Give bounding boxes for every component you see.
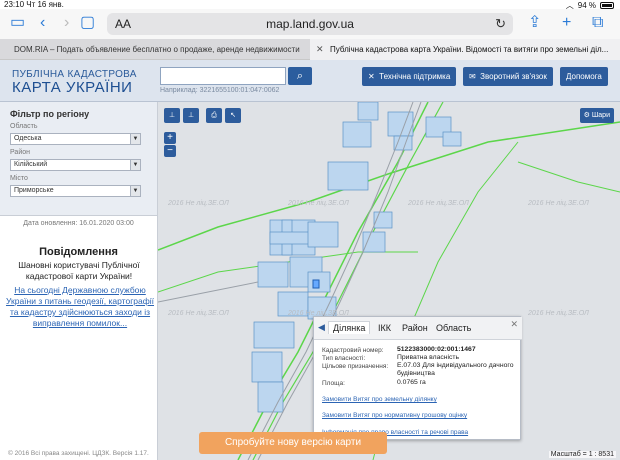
chevron-down-icon: ▼ <box>130 160 140 170</box>
chevron-down-icon: ▼ <box>130 186 140 196</box>
notice-link[interactable]: На сьогодні Державною службою України з … <box>4 285 156 329</box>
search-hint: Наприклад: 3221655100:01:047:0062 <box>160 87 280 94</box>
copyright: © 2016 Всі права захищені. ЦДЗК. Версія … <box>8 450 149 457</box>
purpose-value: Е.07.03 Для індивідуального дачного буді… <box>397 362 514 377</box>
update-date: Дата оновлення: 16.01.2020 03:00 <box>23 220 134 227</box>
search-button[interactable]: ⌕ <box>288 67 312 85</box>
back-arrow-icon[interactable]: ◀ <box>318 322 325 333</box>
map-watermark: 2016 Не лiц.ЗЕ.ОЛ <box>528 310 589 317</box>
tab-oblast[interactable]: Область <box>436 323 471 333</box>
map-watermark: 2016 Не лiц.ЗЕ.ОЛ <box>288 200 349 207</box>
new-tab-icon[interactable]: + <box>562 14 571 32</box>
site-header: ПУБЛІЧНА КАДАСТРОВА КАРТА УКРАЇНИ ⌕ Напр… <box>0 60 620 102</box>
tabs-overview-icon[interactable]: ⧉ <box>592 14 603 32</box>
sidebar: Фільтр по регіону Область Одеська ▼ Район… <box>0 102 158 460</box>
filter-title: Фільтр по регіону <box>10 109 90 119</box>
tab-strip: DOM.RIA – Подать объявление бесплатно о … <box>0 39 620 60</box>
city-label: Місто <box>10 175 28 182</box>
bookmarks-icon[interactable]: ▢ <box>80 14 95 32</box>
purpose-label: Цільове призначення: <box>322 363 389 370</box>
measure-length-button[interactable]: ⊥ <box>164 108 180 123</box>
close-icon[interactable]: ✕ <box>510 319 518 330</box>
status-bar: 23:10 Чт 16 янв. ︿ 94 % <box>0 0 620 10</box>
area-value: 0.0765 га <box>397 379 426 386</box>
print-button[interactable]: ⎙ <box>206 108 222 123</box>
feedback-button[interactable]: ✉ Зворотний зв'язок <box>463 67 553 86</box>
region-select[interactable]: Одеська ▼ <box>10 133 141 145</box>
popup-tabs: ◀ Ділянка ІКК Район Область ✕ <box>314 317 522 340</box>
chevron-down-icon: ▼ <box>130 134 140 144</box>
region-filter: Фільтр по регіону Область Одеська ▼ Район… <box>0 102 157 216</box>
sidebar-toggle-icon[interactable]: ▭ <box>10 14 25 32</box>
parcel-info-popup: ◀ Ділянка ІКК Район Область ✕ Кадастрови… <box>313 316 522 440</box>
logo-line2: КАРТА УКРАЇНИ <box>12 79 133 96</box>
close-tab-icon[interactable]: ✕ <box>316 39 324 60</box>
tab-parcel[interactable]: Ділянка <box>328 321 371 334</box>
map-watermark: 2016 Не лiц.ЗЕ.ОЛ <box>168 200 229 207</box>
ruler-icon: ⊥ <box>168 112 176 119</box>
cadastral-number-label: Кадастровий номер: <box>322 347 384 354</box>
support-label: Технічна підтримка <box>379 72 451 81</box>
tools-icon: ✕ <box>368 72 375 81</box>
region-value: Одеська <box>14 135 42 142</box>
ownership-type-value: Приватна власність <box>397 354 460 361</box>
mail-icon: ✉ <box>469 72 476 81</box>
tab-ikk[interactable]: ІКК <box>378 323 391 333</box>
map-watermark: 2016 Не лiц.ЗЕ.ОЛ <box>168 310 229 317</box>
region-label: Область <box>10 123 38 130</box>
tab-domria[interactable]: DOM.RIA – Подать объявление бесплатно о … <box>0 39 310 60</box>
search-icon: ⌕ <box>296 70 304 82</box>
order-valuation-link[interactable]: Замовити Витяг про нормативну грошову оц… <box>322 412 467 419</box>
share-icon[interactable]: ⇪ <box>528 14 541 32</box>
help-button[interactable]: Допомога <box>560 67 608 86</box>
feedback-label: Зворотний зв'язок <box>480 72 547 81</box>
print-icon: ⎙ <box>211 112 217 119</box>
reload-icon[interactable]: ↻ <box>495 16 506 32</box>
district-select[interactable]: Кілійський ▼ <box>10 159 141 171</box>
info-cursor-button[interactable]: ↖ <box>225 108 241 123</box>
tab-district[interactable]: Район <box>402 323 428 333</box>
order-extract-link[interactable]: Замовити Витяг про земельну ділянку <box>322 396 437 403</box>
area-icon: ⊥ <box>187 112 195 119</box>
zoom-out-button[interactable]: − <box>164 145 176 157</box>
browser-toolbar: ▭ ‹ › ▢ AA map.land.gov.ua ↻ ⇪ + ⧉ <box>0 9 620 39</box>
map-scale: Масштаб = 1 : 8531 <box>548 451 616 458</box>
city-value: Приморське <box>14 187 54 194</box>
battery-icon <box>600 2 614 9</box>
map-watermark: 2016 Не лiц.ЗЕ.ОЛ <box>528 200 589 207</box>
forward-icon[interactable]: › <box>64 14 69 32</box>
layers-button[interactable]: ⚙ Шари <box>579 108 614 123</box>
map-view[interactable]: 2016 Не лiц.ЗЕ.ОЛ 2016 Не лiц.ЗЕ.ОЛ 2016… <box>158 102 620 460</box>
area-label: Площа: <box>322 380 345 387</box>
gear-icon: ⚙ <box>583 112 590 119</box>
support-button[interactable]: ✕ Технічна підтримка <box>362 67 457 86</box>
measure-area-button[interactable]: ⊥ <box>183 108 199 123</box>
address-bar[interactable]: AA map.land.gov.ua ↻ <box>107 13 513 35</box>
district-value: Кілійський <box>14 161 48 168</box>
notice-text: Шановні користувачі Публічної кадастрово… <box>18 260 140 281</box>
back-icon[interactable]: ‹ <box>40 14 45 32</box>
cadastral-number-value: 5122383000:02:001:1467 <box>397 346 476 353</box>
tab-cadastral-map[interactable]: ✕ Публічна кадастрова карта України. Від… <box>310 39 620 60</box>
status-time: 23:10 Чт 16 янв. <box>4 0 64 9</box>
layers-label: Шари <box>591 112 610 119</box>
cadastral-search-input[interactable] <box>160 67 286 85</box>
try-new-version-banner[interactable]: Спробуйте нову версію карти <box>199 432 387 454</box>
notice-title: Повідомлення <box>39 246 118 258</box>
ownership-type-label: Тип власності: <box>322 355 366 362</box>
tab-title: Публічна кадастрова карта України. Відом… <box>330 45 609 54</box>
city-select[interactable]: Приморське ▼ <box>10 185 141 197</box>
zoom-in-button[interactable]: + <box>164 132 176 144</box>
district-label: Район <box>10 149 30 156</box>
map-watermark: 2016 Не лiц.ЗЕ.ОЛ <box>408 200 469 207</box>
cursor-icon: ↖ <box>230 112 236 119</box>
url-text[interactable]: map.land.gov.ua <box>107 17 513 31</box>
